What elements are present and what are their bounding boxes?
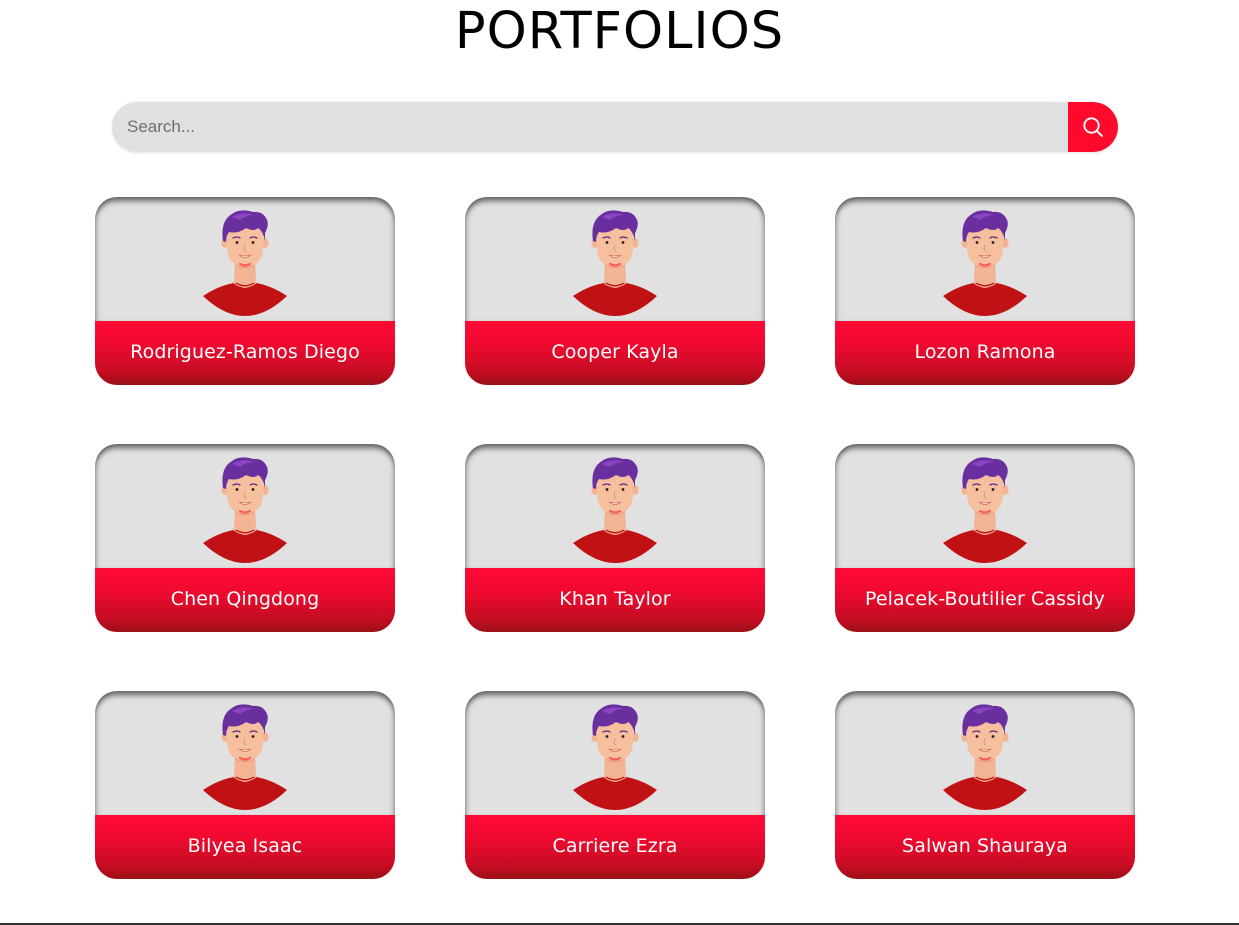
person-avatar-icon — [202, 703, 288, 811]
portfolio-name: Salwan Shauraya — [902, 835, 1068, 857]
person-avatar-icon — [942, 703, 1028, 811]
person-avatar-icon — [572, 456, 658, 564]
page-title: PORTFOLIOS — [454, 2, 785, 61]
search-bar — [112, 102, 1118, 152]
portfolio-name: Cooper Kayla — [551, 341, 679, 363]
card-name-banner: Khan Taylor — [465, 568, 765, 632]
person-avatar-icon — [942, 209, 1028, 317]
portfolio-name: Lozon Ramona — [914, 341, 1056, 363]
card-name-banner: Cooper Kayla — [465, 321, 765, 385]
person-avatar-icon — [202, 209, 288, 317]
card-image-area — [835, 691, 1135, 815]
card-name-banner: Carriere Ezra — [465, 815, 765, 879]
card-image-area — [835, 197, 1135, 321]
portfolio-card[interactable]: Khan Taylor — [465, 444, 765, 632]
portfolio-card[interactable]: Cooper Kayla — [465, 197, 765, 385]
portfolio-card[interactable]: Pelacek-Boutilier Cassidy — [835, 444, 1135, 632]
search-input[interactable] — [112, 102, 1068, 152]
person-avatar-icon — [942, 456, 1028, 564]
portfolio-name: Khan Taylor — [559, 588, 671, 610]
card-image-area — [835, 444, 1135, 568]
card-image-area — [95, 197, 395, 321]
portfolio-card[interactable]: Bilyea Isaac — [95, 691, 395, 879]
card-name-banner: Pelacek-Boutilier Cassidy — [835, 568, 1135, 632]
portfolio-card[interactable]: Chen Qingdong — [95, 444, 395, 632]
portfolio-name: Bilyea Isaac — [187, 835, 303, 857]
card-image-area — [95, 444, 395, 568]
card-name-banner: Chen Qingdong — [95, 568, 395, 632]
person-avatar-icon — [572, 703, 658, 811]
portfolio-card[interactable]: Salwan Shauraya — [835, 691, 1135, 879]
portfolio-name: Chen Qingdong — [170, 588, 320, 610]
card-name-banner: Rodriguez-Ramos Diego — [95, 321, 395, 385]
portfolios-page: PORTFOLIOS Search... Rodriguez-Ramos Die… — [0, 0, 1239, 925]
portfolio-card[interactable]: Rodriguez-Ramos Diego — [95, 197, 395, 385]
person-avatar-icon — [202, 456, 288, 564]
portfolio-name: Rodriguez-Ramos Diego — [130, 341, 360, 363]
portfolio-card[interactable]: Lozon Ramona — [835, 197, 1135, 385]
portfolio-name: Carriere Ezra — [552, 835, 678, 857]
card-image-area — [95, 691, 395, 815]
card-name-banner: Salwan Shauraya — [835, 815, 1135, 879]
portfolio-name: Pelacek-Boutilier Cassidy — [864, 588, 1106, 610]
person-avatar-icon — [572, 209, 658, 317]
card-image-area — [465, 444, 765, 568]
portfolio-card[interactable]: Carriere Ezra — [465, 691, 765, 879]
card-image-area — [465, 691, 765, 815]
search-button[interactable] — [1068, 102, 1118, 152]
search-icon — [1082, 116, 1104, 138]
card-image-area — [465, 197, 765, 321]
card-name-banner: Bilyea Isaac — [95, 815, 395, 879]
card-name-banner: Lozon Ramona — [835, 321, 1135, 385]
